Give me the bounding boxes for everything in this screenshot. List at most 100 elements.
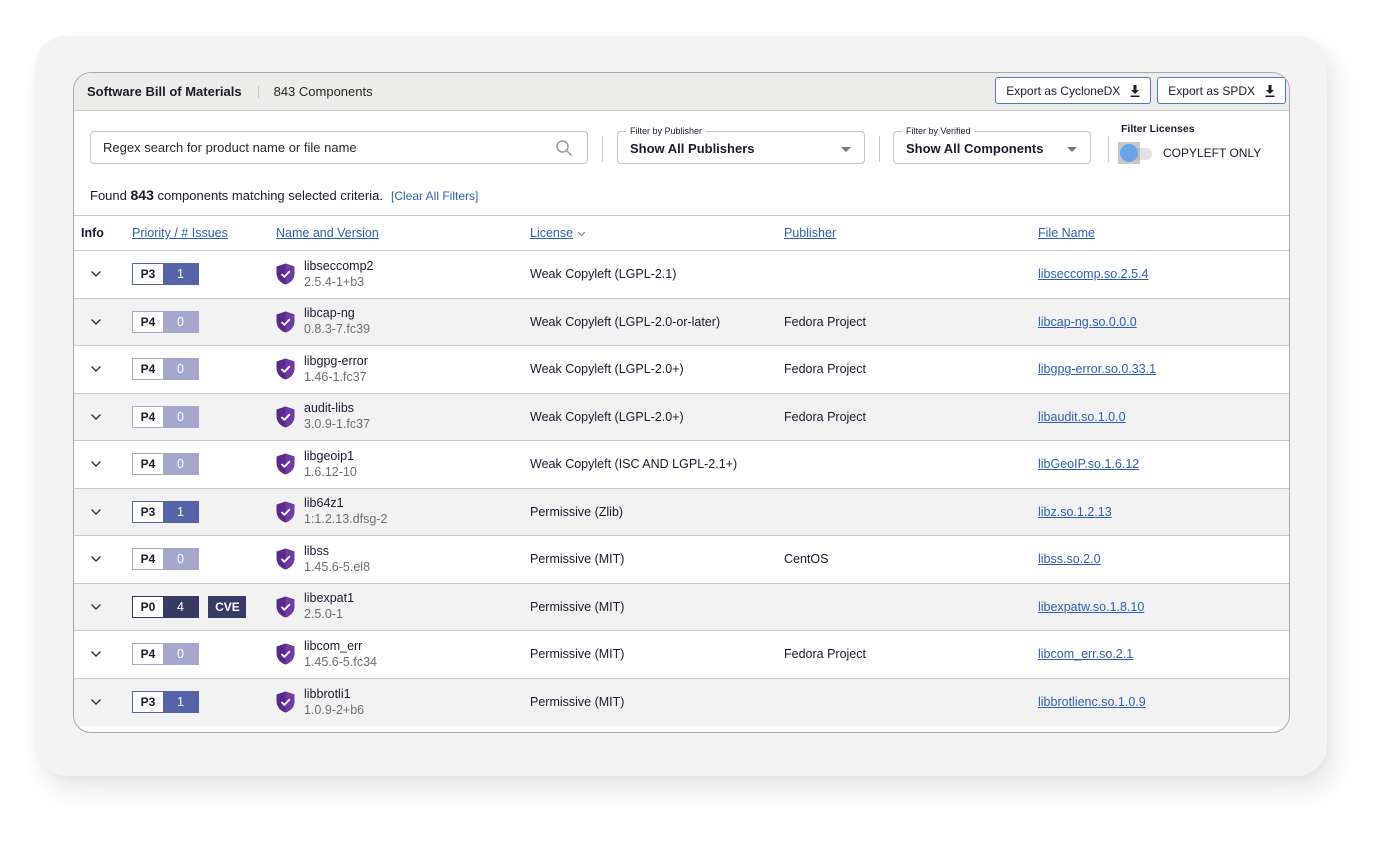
table-row[interactable]: P4 0 libgeoip1 1.6.12-10 Weak Copyleft (… xyxy=(74,440,1289,489)
name-cell: libcom_err 1.45.6-5.fc34 xyxy=(276,630,530,679)
sort-license-link[interactable]: License xyxy=(530,226,573,240)
expand-cell[interactable] xyxy=(74,440,132,489)
verified-shield-icon xyxy=(276,311,295,333)
table-row[interactable]: P4 0 libcap-ng 0.8.3-7.fc39 Weak Copylef… xyxy=(74,298,1289,346)
issue-count: 0 xyxy=(163,311,198,332)
priority-badge: P4 0 xyxy=(132,358,199,381)
table-row[interactable]: P4 0 libcom_err 1.45.6-5.fc34 Permissive… xyxy=(74,630,1289,679)
priority-cell: P3 1 xyxy=(132,488,276,536)
priority-level: P3 xyxy=(133,692,163,712)
file-name-link[interactable]: libz.so.1.2.13 xyxy=(1038,505,1112,519)
col-priority[interactable]: Priority / # Issues xyxy=(132,215,276,251)
expand-cell[interactable] xyxy=(74,298,132,346)
sort-chevron-down-icon[interactable] xyxy=(577,231,586,237)
expand-cell[interactable] xyxy=(74,488,132,536)
expand-cell[interactable] xyxy=(74,630,132,679)
file-name-link[interactable]: libcap-ng.so.0.0.0 xyxy=(1038,315,1137,329)
search-field[interactable] xyxy=(90,131,588,164)
expand-cell[interactable] xyxy=(74,678,132,726)
component-name: libss xyxy=(304,543,330,558)
components-table: Info Priority / # Issues Name and Versio… xyxy=(74,215,1289,726)
publisher-cell xyxy=(784,678,1038,726)
table-row[interactable]: P3 1 libseccomp2 2.5.4-1+b3 Weak Copylef… xyxy=(74,250,1289,299)
publisher-filter-value: Show All Publishers xyxy=(630,141,755,156)
expand-cell[interactable] xyxy=(74,250,132,299)
issue-count: 0 xyxy=(163,549,198,570)
chevron-down-icon[interactable] xyxy=(90,318,102,326)
copyleft-only-toggle[interactable] xyxy=(1118,142,1154,164)
col-publisher[interactable]: Publisher xyxy=(784,215,1038,251)
chevron-down-icon[interactable] xyxy=(90,508,102,516)
license-cell: Weak Copyleft (LGPL-2.0-or-later) xyxy=(530,298,784,346)
export-cyclonedx-button[interactable]: Export as CycloneDX xyxy=(995,77,1152,104)
clear-all-filters-link[interactable]: [Clear All Filters] xyxy=(391,189,478,203)
table-header-row: Info Priority / # Issues Name and Versio… xyxy=(74,215,1289,251)
search-icon[interactable] xyxy=(555,139,573,157)
table-row[interactable]: P0 4 CVE libexpat1 2.5.0-1 Permissive (M… xyxy=(74,583,1289,631)
publisher-cell: Fedora Project xyxy=(784,345,1038,394)
file-name-link[interactable]: libseccomp.so.2.5.4 xyxy=(1038,267,1148,281)
chevron-down-icon[interactable] xyxy=(90,555,102,563)
export-spdx-button[interactable]: Export as SPDX xyxy=(1157,77,1286,104)
chevron-down-icon[interactable] xyxy=(90,413,102,421)
issue-count: 0 xyxy=(163,454,198,475)
table-row[interactable]: P3 1 libbrotli1 1.0.9-2+b6 Permissive (M… xyxy=(74,678,1289,726)
verified-filter-select[interactable]: Filter by Verified Show All Components xyxy=(893,126,1091,164)
file-cell: libGeoIP.so.1.6.12 xyxy=(1038,440,1289,489)
file-cell: libz.so.1.2.13 xyxy=(1038,488,1289,536)
chevron-down-icon[interactable] xyxy=(90,650,102,658)
table-row[interactable]: P4 0 audit-libs 3.0.9-1.fc37 Weak Copyle… xyxy=(74,393,1289,441)
chevron-down-icon[interactable] xyxy=(90,698,102,706)
file-name-link[interactable]: libexpatw.so.1.8.10 xyxy=(1038,600,1144,614)
name-cell: libss 1.45.6-5.el8 xyxy=(276,535,530,584)
component-name: libcom_err xyxy=(304,638,363,653)
issue-count: 1 xyxy=(163,692,198,712)
table-row[interactable]: P3 1 lib64z1 1:1.2.13.dfsg-2 Permissive … xyxy=(74,488,1289,536)
col-name[interactable]: Name and Version xyxy=(276,215,530,251)
publisher-cell: Fedora Project xyxy=(784,630,1038,679)
sort-name-link[interactable]: Name and Version xyxy=(276,226,379,240)
sort-file-link[interactable]: File Name xyxy=(1038,226,1095,240)
expand-cell[interactable] xyxy=(74,535,132,584)
expand-cell[interactable] xyxy=(74,583,132,631)
chevron-down-icon[interactable] xyxy=(90,365,102,373)
caret-down-icon xyxy=(1067,147,1077,152)
expand-cell[interactable] xyxy=(74,345,132,394)
name-cell: lib64z1 1:1.2.13.dfsg-2 xyxy=(276,488,530,536)
file-name-link[interactable]: libbrotlienc.so.1.0.9 xyxy=(1038,695,1146,709)
toggle-knob[interactable] xyxy=(1120,144,1138,162)
caret-down-icon xyxy=(841,147,851,152)
export-spdx-label: Export as SPDX xyxy=(1168,83,1255,98)
priority-level: P4 xyxy=(133,644,163,665)
col-file[interactable]: File Name xyxy=(1038,215,1289,251)
sort-priority-link[interactable]: Priority / # Issues xyxy=(132,226,228,240)
chevron-down-icon[interactable] xyxy=(90,603,102,611)
component-version: 1.0.9-2+b6 xyxy=(304,702,365,717)
file-name-link[interactable]: libcom_err.so.2.1 xyxy=(1038,647,1133,661)
expand-cell[interactable] xyxy=(74,393,132,441)
sort-publisher-link[interactable]: Publisher xyxy=(784,226,836,240)
chevron-down-icon[interactable] xyxy=(90,460,102,468)
component-version: 1.45.6-5.fc34 xyxy=(304,654,377,669)
table-row[interactable]: P4 0 libss 1.45.6-5.el8 Permissive (MIT)… xyxy=(74,535,1289,584)
priority-cell: P0 4 CVE xyxy=(132,583,276,631)
publisher-cell: Fedora Project xyxy=(784,393,1038,441)
table-row[interactable]: P4 0 libgpg-error 1.46-1.fc37 Weak Copyl… xyxy=(74,345,1289,394)
verified-shield-icon xyxy=(276,596,295,618)
chevron-down-icon[interactable] xyxy=(90,270,102,278)
file-name-link[interactable]: libGeoIP.so.1.6.12 xyxy=(1038,457,1139,471)
file-name-link[interactable]: libss.so.2.0 xyxy=(1038,552,1101,566)
priority-cell: P4 0 xyxy=(132,535,276,584)
publisher-filter-select[interactable]: Filter by Publisher Show All Publishers xyxy=(617,126,865,164)
priority-cell: P4 0 xyxy=(132,393,276,441)
priority-badge: P3 1 xyxy=(132,500,199,523)
file-name-link[interactable]: libgpg-error.so.0.33.1 xyxy=(1038,362,1156,376)
name-cell: libcap-ng 0.8.3-7.fc39 xyxy=(276,298,530,346)
file-name-link[interactable]: libaudit.so.1.0.0 xyxy=(1038,410,1126,424)
filter-divider xyxy=(602,136,603,162)
license-cell: Weak Copyleft (ISC AND LGPL-2.1+) xyxy=(530,440,784,489)
priority-badge: P0 4 xyxy=(132,595,199,618)
col-license[interactable]: License xyxy=(530,215,784,251)
priority-level: P4 xyxy=(133,359,163,380)
search-input[interactable] xyxy=(103,140,533,155)
